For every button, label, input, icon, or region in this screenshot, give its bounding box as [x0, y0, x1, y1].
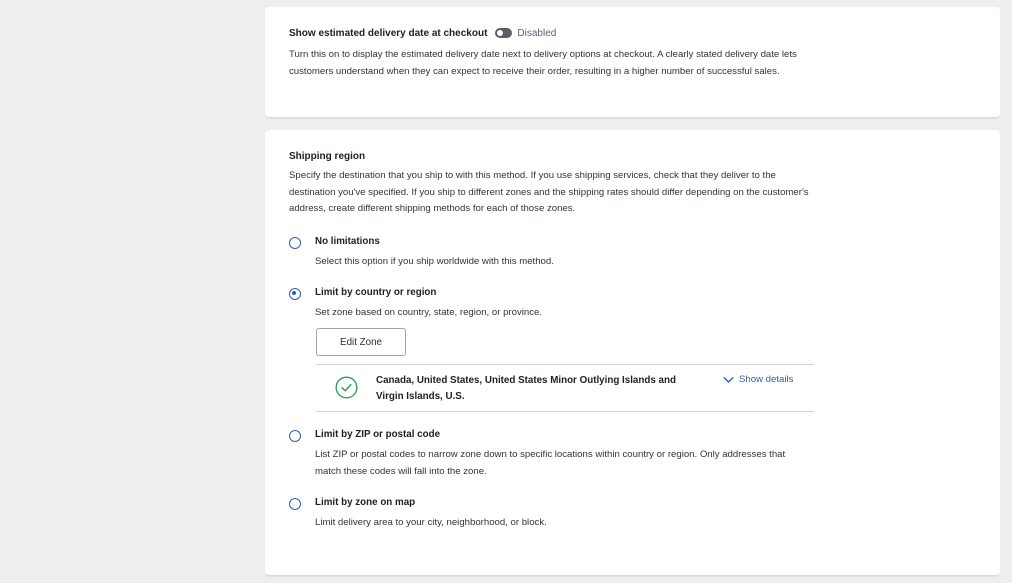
radio-no-limitations[interactable] [289, 237, 301, 249]
show-details-link[interactable]: Show details [723, 374, 793, 385]
zone-summary: Canada, United States, United States Min… [316, 364, 814, 412]
delivery-date-description: Turn this on to display the estimated de… [289, 49, 797, 77]
shipping-region-description: Specify the destination that you ship to… [289, 170, 809, 214]
delivery-date-toggle[interactable] [495, 28, 513, 38]
toggle-status-label: Disabled [517, 27, 557, 39]
option-description: Select this option if you ship worldwide… [315, 256, 554, 267]
delivery-date-card: Show estimated delivery date at checkout… [265, 7, 1000, 118]
zone-summary-text: Canada, United States, United States Min… [376, 375, 676, 402]
shipping-region-card: Shipping region Specify the destination … [265, 130, 1000, 576]
toggle-knob [497, 30, 504, 36]
radio-limit-by-country[interactable] [289, 288, 301, 300]
delivery-date-title-row: Show estimated delivery date at checkout… [289, 26, 976, 40]
option-description: Limit delivery area to your city, neighb… [315, 517, 547, 528]
option-label: Limit by country or region [315, 287, 437, 298]
radio-limit-by-zip[interactable] [289, 430, 301, 442]
edit-zone-button[interactable]: Edit Zone [316, 328, 406, 356]
check-circle-icon [335, 376, 358, 399]
option-label: Limit by ZIP or postal code [315, 429, 441, 440]
option-label: Limit by zone on map [315, 497, 416, 508]
show-details-label: Show details [739, 374, 794, 385]
option-description: Set zone based on country, state, region… [315, 307, 543, 318]
radio-limit-by-map-zone[interactable] [289, 498, 301, 510]
shipping-region-title-row: Shipping region [289, 149, 976, 163]
option-description: List ZIP or postal codes to narrow zone … [315, 449, 786, 477]
delivery-date-title: Show estimated delivery date at checkout [289, 27, 488, 39]
option-label: No limitations [315, 236, 380, 247]
chevron-down-icon [723, 376, 734, 383]
shipping-region-title: Shipping region [289, 150, 366, 162]
